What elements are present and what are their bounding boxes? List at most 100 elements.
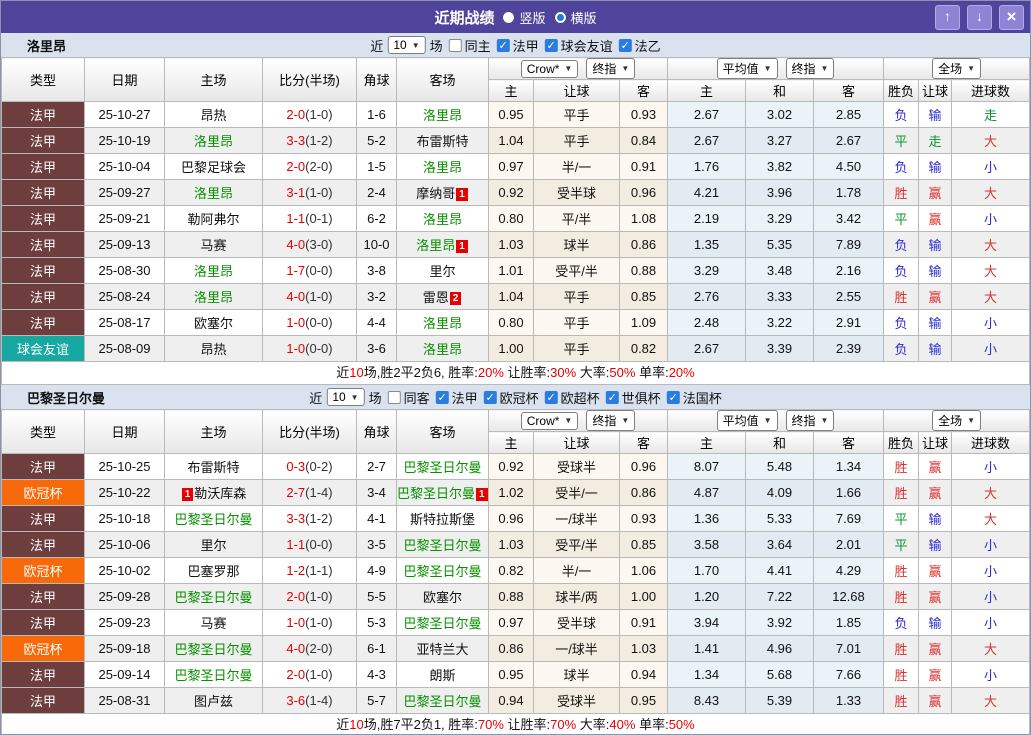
home-team-cell: 里尔 bbox=[164, 531, 263, 558]
avg-home-cell: 1.76 bbox=[667, 153, 746, 180]
titlebar: 近期战绩 竖版 横版 ↑ ↓ × bbox=[1, 1, 1030, 33]
avg-source-select[interactable]: 平均值 ▼ bbox=[716, 58, 778, 79]
away-team-cell: 洛里昂 bbox=[396, 309, 489, 336]
col-header: 角球 bbox=[356, 57, 397, 102]
summary-text: 单率: bbox=[635, 717, 669, 732]
corner-cell: 5-7 bbox=[356, 687, 397, 714]
league-type-cell: 法甲 bbox=[1, 583, 85, 610]
fulltime-score: 3-3 bbox=[286, 133, 306, 148]
odds-away-cell: 0.96 bbox=[619, 453, 668, 480]
avg-col-header: 和 bbox=[745, 431, 814, 454]
corner-cell: 5-5 bbox=[356, 583, 397, 610]
avg-home-cell: 3.94 bbox=[667, 609, 746, 636]
games-label: 场 bbox=[368, 390, 382, 406]
avg-draw-cell: 3.39 bbox=[745, 335, 814, 362]
score-cell: 1-0(1-0) bbox=[262, 609, 357, 636]
league-filter-checkbox[interactable]: ✓ bbox=[666, 390, 680, 404]
score-cell: 0-3(0-2) bbox=[262, 453, 357, 480]
away-team-cell: 巴黎圣日尔曼 1 bbox=[396, 479, 489, 506]
odds-handicap-cell: 平手 bbox=[533, 283, 620, 310]
team-name: 洛里昂 bbox=[27, 38, 67, 54]
chevron-down-icon: ▼ bbox=[820, 416, 829, 425]
close-button[interactable]: × bbox=[999, 5, 1024, 30]
corner-cell: 4-1 bbox=[356, 505, 397, 532]
home-team-cell: 巴黎足球会 bbox=[164, 153, 263, 180]
select-value: 10 bbox=[332, 390, 346, 404]
team-name-text: 布雷斯特 bbox=[187, 460, 240, 475]
result-cell: 负 bbox=[883, 309, 920, 336]
scope-select[interactable]: 全场 ▼ bbox=[932, 58, 981, 79]
results-table: 类型 日期 主场 比分(半场) 角球 客场 Crow* ▼ 终指 ▼ 平均值 ▼ 终指 ▼ 全场 ▼ 主让球客主… bbox=[1, 409, 1030, 714]
filter-bar: 近 10 ▼ 场同客 ✓ 法甲 ✓ 欧冠杯 ✓ 欧超杯 ✓ 世俱杯 ✓ 法国杯 bbox=[309, 388, 722, 407]
home-team-cell: 勒阿弗尔 bbox=[164, 205, 263, 232]
match-count-select[interactable]: 10 ▼ bbox=[326, 388, 365, 406]
odds-group-selects: Crow* ▼ 终指 ▼ bbox=[490, 58, 667, 79]
team-name-text: 里尔 bbox=[200, 538, 227, 553]
summary-text: 20% bbox=[668, 365, 695, 380]
corner-cell: 5-2 bbox=[356, 127, 397, 154]
select-value: 平均值 bbox=[722, 414, 759, 428]
odds-time-select[interactable]: 终指 ▼ bbox=[586, 58, 636, 79]
odds-handicap-cell: 平手 bbox=[533, 335, 620, 362]
avg-draw-cell: 5.48 bbox=[745, 453, 814, 480]
window-title: 近期战绩 bbox=[434, 9, 495, 27]
odds-handicap-cell: 受半球 bbox=[533, 609, 620, 636]
score-cell: 1-0(0-0) bbox=[262, 335, 357, 362]
same-venue-checkbox[interactable] bbox=[387, 390, 401, 404]
league-filter-checkbox[interactable]: ✓ bbox=[618, 38, 632, 52]
handicap-result-cell: 输 bbox=[918, 531, 953, 558]
odds-source-select[interactable]: Crow* ▼ bbox=[520, 59, 579, 78]
window-buttons: ↑ ↓ × bbox=[935, 5, 1024, 30]
same-venue-checkbox[interactable] bbox=[448, 38, 462, 52]
corner-cell: 2-4 bbox=[356, 179, 397, 206]
avg-source-select[interactable]: 平均值 ▼ bbox=[716, 410, 778, 431]
home-team-cell: 马赛 bbox=[164, 231, 263, 258]
avg-draw-cell: 3.64 bbox=[745, 531, 814, 558]
summary-text: 近 bbox=[336, 365, 350, 380]
table-body: 法甲 25-10-25 布雷斯特 0-3(0-2) 2-7 巴黎圣日尔曼 0.92 受球半 0.… bbox=[1, 453, 1030, 714]
odds-source-select[interactable]: Crow* ▼ bbox=[520, 411, 579, 430]
league-filter-checkbox[interactable]: ✓ bbox=[483, 390, 497, 404]
match-row: 法甲 25-09-23 马赛 1-0(1-0) 5-3 巴黎圣日尔曼 0.97 受半球 0.91… bbox=[1, 609, 1030, 636]
avg-draw-cell: 3.02 bbox=[745, 101, 814, 128]
odds-time-select[interactable]: 终指 ▼ bbox=[586, 410, 636, 431]
halftime-score: (1-4) bbox=[305, 485, 333, 500]
layout-radio-vertical[interactable]: 竖版 bbox=[502, 8, 546, 27]
league-filter-checkbox[interactable]: ✓ bbox=[544, 390, 558, 404]
scroll-down-button[interactable]: ↓ bbox=[967, 5, 992, 30]
layout-radio-horizontal[interactable]: 横版 bbox=[553, 8, 597, 27]
header-row-1: 类型 日期 主场 比分(半场) 角球 客场 Crow* ▼ 终指 ▼ 平均值 ▼ 终指 ▼ 全场 ▼ bbox=[1, 57, 1030, 102]
score-cell: 4-0(1-0) bbox=[262, 283, 357, 310]
league-filter-checkbox[interactable]: ✓ bbox=[496, 38, 510, 52]
handicap-result-cell: 赢 bbox=[918, 205, 953, 232]
league-filter-checkbox[interactable]: ✓ bbox=[544, 38, 558, 52]
scroll-up-button[interactable]: ↑ bbox=[935, 5, 960, 30]
avg-home-cell: 2.48 bbox=[667, 309, 746, 336]
odds-handicap-cell: 受球半 bbox=[533, 687, 620, 714]
avg-time-select[interactable]: 终指 ▼ bbox=[785, 58, 835, 79]
odds-away-cell: 0.84 bbox=[619, 127, 668, 154]
match-row: 法甲 25-09-28 巴黎圣日尔曼 2-0(1-0) 5-5 欧塞尔 0.88 球半/两 1.… bbox=[1, 583, 1030, 610]
match-row: 法甲 25-08-24 洛里昂 4-0(1-0) 3-2 雷恩 2 1.04 平手 0.85 2.7… bbox=[1, 283, 1030, 310]
league-filter-checkbox[interactable]: ✓ bbox=[435, 390, 449, 404]
league-filter-checkbox[interactable]: ✓ bbox=[605, 390, 619, 404]
result-col-header: 让球 bbox=[918, 431, 953, 454]
score-cell: 1-7(0-0) bbox=[262, 257, 357, 284]
halftime-score: (1-0) bbox=[305, 185, 333, 200]
result-cell: 负 bbox=[883, 153, 920, 180]
away-team-cell: 洛里昂 bbox=[396, 205, 489, 232]
summary-text: 让胜率: bbox=[503, 717, 551, 732]
avg-time-select[interactable]: 终指 ▼ bbox=[785, 410, 835, 431]
away-team-cell: 洛里昂 1 bbox=[396, 231, 489, 258]
league-type-cell: 欧冠杯 bbox=[1, 635, 85, 662]
avg-home-cell: 4.21 bbox=[667, 179, 746, 206]
odds-away-cell: 0.88 bbox=[619, 257, 668, 284]
scope-select[interactable]: 全场 ▼ bbox=[932, 410, 981, 431]
match-count-select[interactable]: 10 ▼ bbox=[387, 36, 426, 54]
result-group-header: 全场 ▼ bbox=[883, 57, 1030, 80]
team-name-text: 布雷斯特 bbox=[416, 134, 469, 149]
odds-away-cell: 0.95 bbox=[619, 687, 668, 714]
corner-cell: 3-8 bbox=[356, 257, 397, 284]
avg-group-header: 平均值 ▼ 终指 ▼ bbox=[666, 409, 885, 432]
match-row: 欧冠杯 25-09-18 巴黎圣日尔曼 4-0(2-0) 6-1 亚特兰大 0.86 一/球半… bbox=[1, 635, 1030, 662]
